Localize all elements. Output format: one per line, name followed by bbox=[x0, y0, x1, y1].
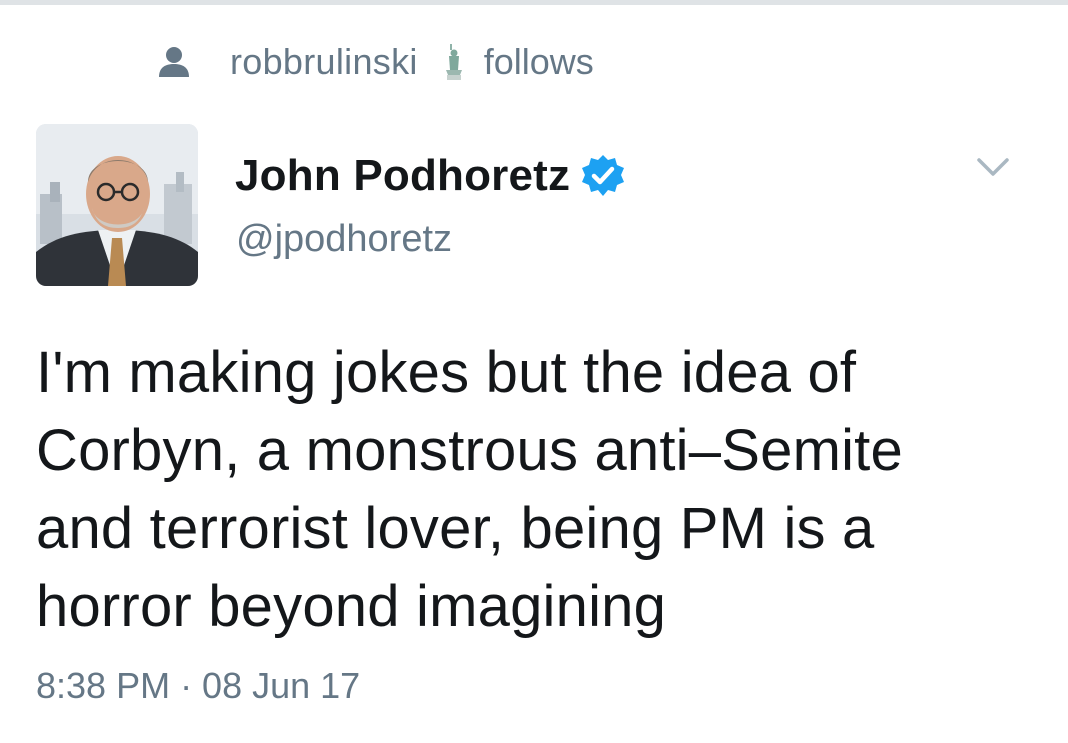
tweet-timestamp[interactable]: 8:38 PM · 08 Jun 17 bbox=[36, 665, 360, 707]
person-icon bbox=[159, 47, 189, 77]
context-action: follows bbox=[483, 41, 594, 82]
tweet-text: I'm making jokes but the idea of Corbyn,… bbox=[36, 340, 903, 639]
verified-badge-icon bbox=[582, 155, 625, 196]
profile-avatar[interactable] bbox=[36, 124, 198, 286]
user-handle[interactable]: @jpodhoretz bbox=[236, 218, 452, 261]
display-name[interactable]: John Podhoretz bbox=[235, 151, 570, 201]
top-divider bbox=[0, 0, 1068, 5]
social-context: robbrulinski follows bbox=[156, 41, 594, 83]
author-name-row[interactable]: John Podhoretz bbox=[235, 148, 626, 204]
context-username[interactable]: robbrulinski bbox=[230, 41, 418, 83]
statue-icon bbox=[445, 44, 462, 80]
chevron-down-icon[interactable] bbox=[975, 152, 1011, 182]
